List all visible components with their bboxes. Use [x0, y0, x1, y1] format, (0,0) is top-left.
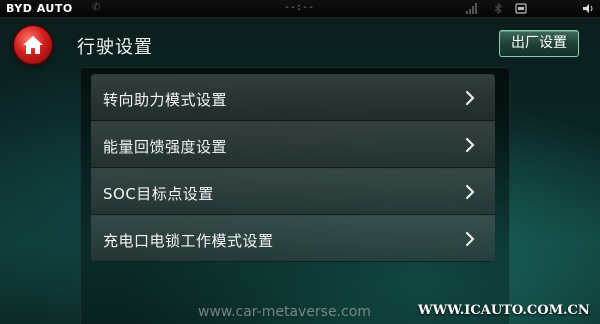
menu-item-charge-port-lock[interactable]: 充电口电锁工作模式设置	[91, 215, 495, 262]
menu-item-soc-target[interactable]: SOC目标点设置	[91, 168, 495, 215]
page-title: 行驶设置	[77, 37, 153, 58]
chevron-right-icon	[465, 90, 475, 106]
chevron-right-icon	[465, 231, 475, 247]
menu-item-label: 能量回馈强度设置	[103, 138, 228, 156]
usb-icon	[515, 3, 527, 14]
home-icon	[23, 36, 43, 54]
status-bar: BYD AUTO ✆ --:--	[0, 0, 600, 18]
brand-label: BYD AUTO	[6, 2, 73, 15]
menu-item-energy-recovery[interactable]: 能量回馈强度设置	[91, 121, 495, 168]
signal-icon	[466, 3, 477, 14]
bluetooth-icon	[494, 3, 503, 14]
chevron-right-icon	[465, 184, 475, 200]
clock: --:--	[284, 2, 315, 13]
menu-item-label: 转向助力模式设置	[103, 91, 228, 109]
head-unit-screen: BYD AUTO ✆ --:-- 行驶设置 出厂设置 转向助力模式设置 能量回馈…	[0, 0, 600, 324]
factory-settings-button[interactable]: 出厂设置	[499, 30, 579, 57]
settings-menu-list: 转向助力模式设置 能量回馈强度设置 SOC目标点设置 充电口电锁工作模式设置	[91, 74, 495, 262]
home-button[interactable]	[14, 26, 52, 64]
watermark-left: www.car-metaverse.com	[198, 304, 371, 320]
volume-icon	[583, 4, 593, 13]
menu-item-steering-assist[interactable]: 转向助力模式设置	[91, 74, 495, 121]
watermark-right: WWW.ICAUTO.COM.CN	[418, 303, 590, 318]
chevron-right-icon	[465, 137, 475, 153]
menu-item-label: SOC目标点设置	[103, 185, 214, 203]
menu-item-label: 充电口电锁工作模式设置	[103, 232, 274, 250]
phone-icon: ✆	[92, 2, 101, 13]
